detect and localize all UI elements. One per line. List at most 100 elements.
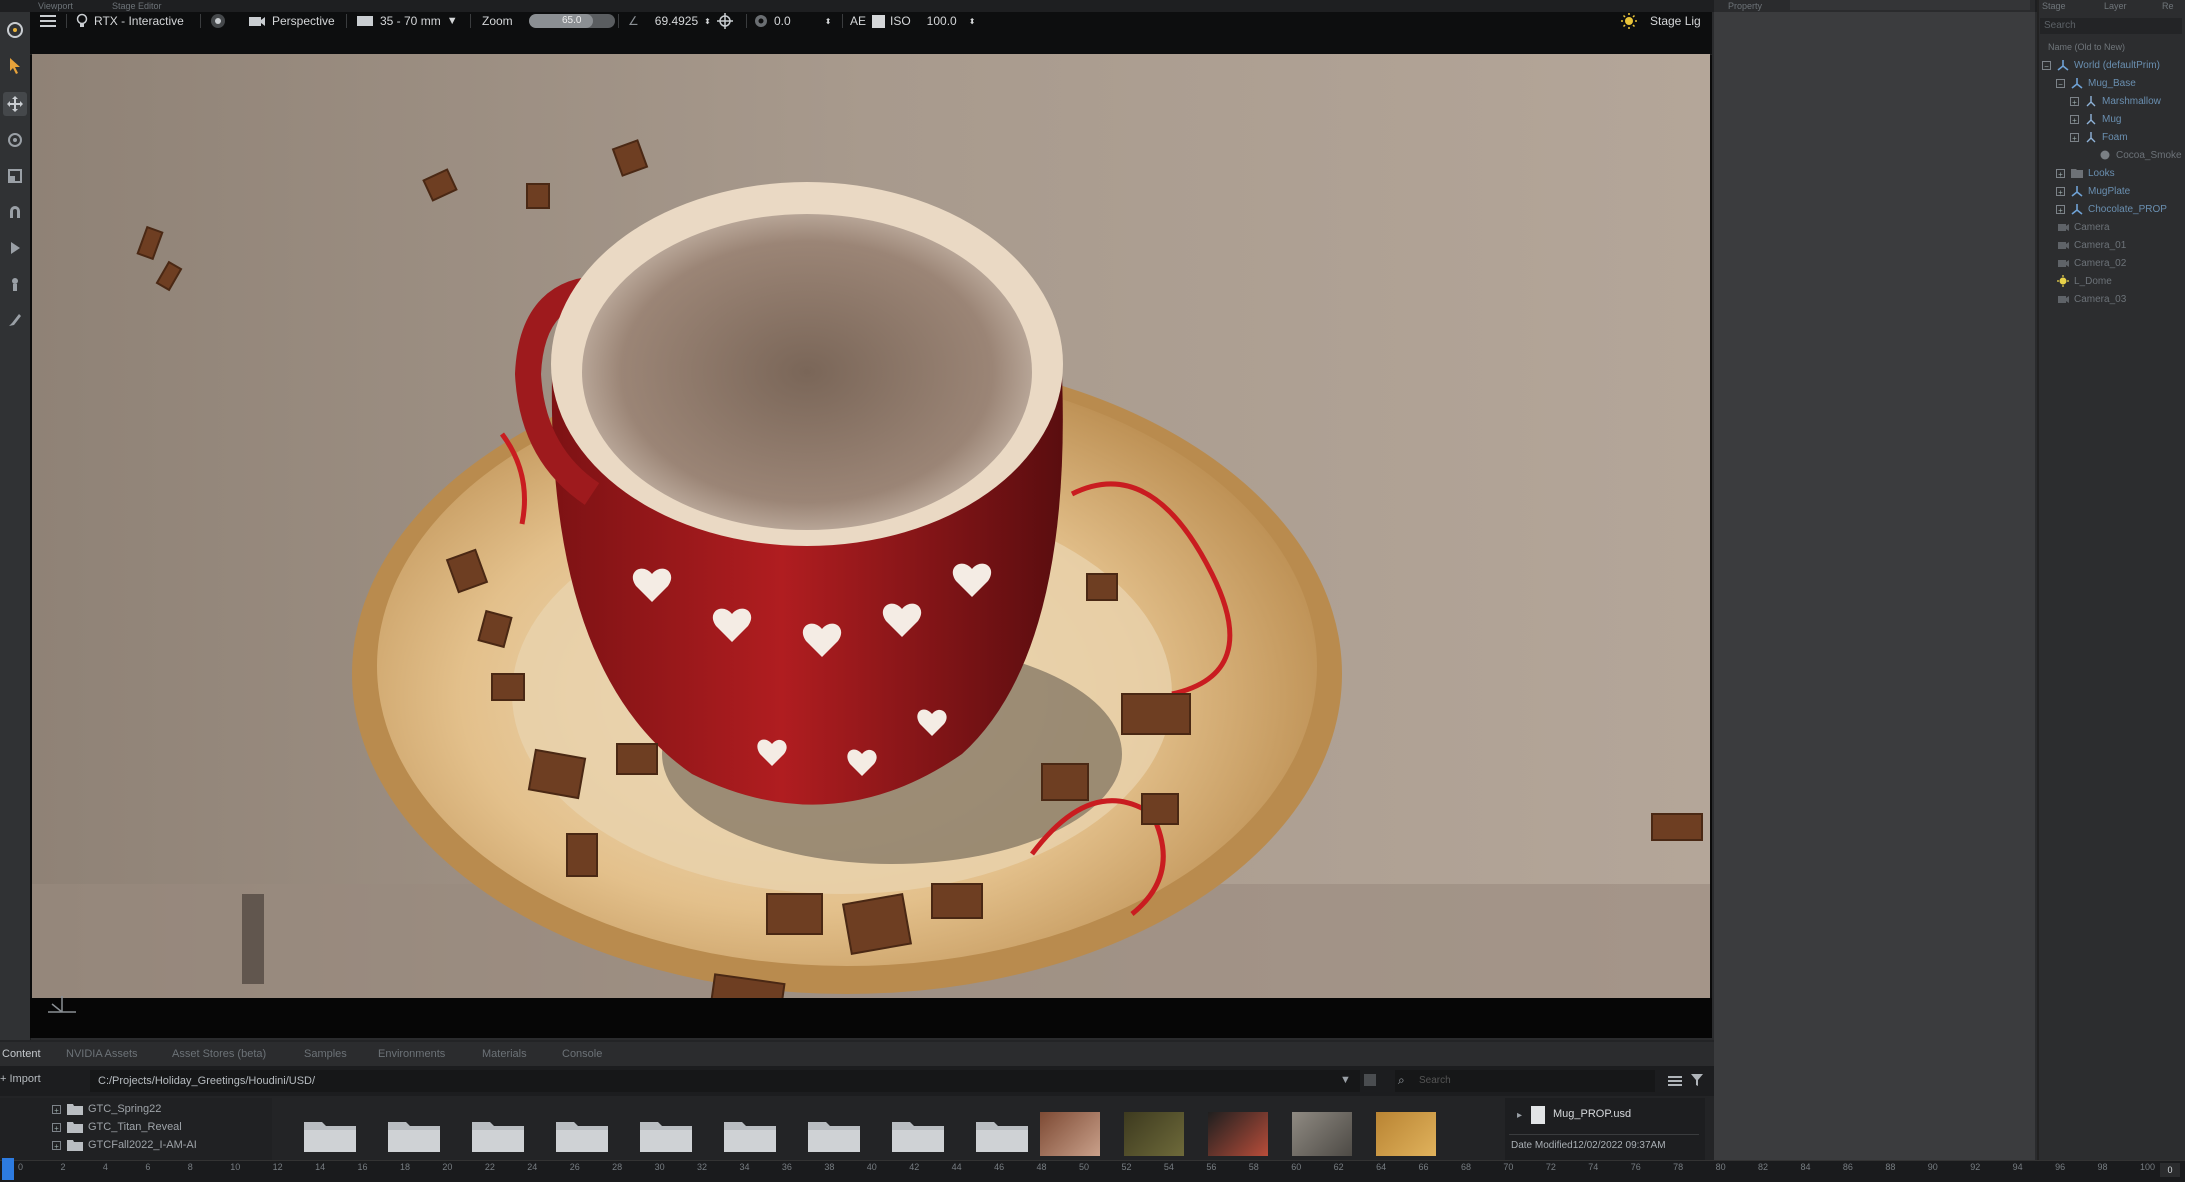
stage-tree-item[interactable]: − World (defaultPrim) — [2042, 56, 2185, 74]
tab-viewport[interactable]: Viewport — [30, 0, 81, 12]
move-icon[interactable] — [3, 92, 27, 116]
stage-tree-item[interactable]: Camera — [2042, 218, 2185, 236]
expand-icon[interactable]: + — [2056, 168, 2065, 179]
crosshair-icon[interactable] — [716, 13, 733, 29]
timeline[interactable] — [0, 1160, 2185, 1182]
folder-thumbnail[interactable] — [720, 1112, 780, 1156]
stage-tree-item[interactable]: L_Dome — [2042, 272, 2185, 290]
tab-stage[interactable]: Stage — [2042, 0, 2066, 12]
import-button[interactable]: + Import — [0, 1073, 41, 1085]
timeline-playhead[interactable] — [2, 1158, 14, 1180]
folder-item[interactable]: + GTCFall2022_I-AM-AI — [52, 1136, 197, 1154]
stage-tree-item[interactable]: Cocoa_Smoke — [2042, 146, 2185, 164]
volume-icon — [2099, 149, 2111, 161]
tab-materials[interactable]: Materials — [482, 1045, 527, 1063]
list-view-icon[interactable] — [1668, 1074, 1682, 1092]
toolbar-menu-icon[interactable] — [3, 18, 27, 42]
stage-tree-item[interactable]: Camera_03 — [2042, 290, 2185, 308]
scale-icon[interactable] — [3, 164, 27, 188]
folder-thumbnail[interactable] — [300, 1112, 360, 1156]
expand-icon[interactable]: + — [52, 1122, 61, 1133]
folder-thumbnail[interactable] — [972, 1112, 1032, 1156]
filter-dropdown-icon[interactable]: ▼ — [1340, 1074, 1351, 1086]
expand-icon[interactable]: + — [2056, 204, 2065, 215]
folder-item[interactable]: + GTC_Spring22 — [52, 1100, 161, 1118]
tab-stage-editor[interactable]: Stage Editor — [104, 0, 170, 12]
folder-thumbnail[interactable] — [888, 1112, 948, 1156]
render-view[interactable] — [32, 54, 1710, 998]
stage-search-input[interactable]: Search — [2040, 18, 2182, 34]
camera-dropdown[interactable]: Perspective — [248, 12, 335, 30]
expand-icon[interactable]: + — [52, 1140, 61, 1151]
rotate-icon[interactable] — [3, 128, 27, 152]
collapse-icon[interactable]: − — [2056, 78, 2065, 89]
render-mode-dropdown[interactable]: RTX - Interactive — [76, 12, 184, 30]
brush-icon[interactable] — [3, 308, 27, 332]
timeline-tick-label: 90 — [1927, 1162, 1938, 1172]
spinner-icon[interactable]: ⬍ — [825, 17, 832, 26]
stage-tree-item[interactable]: + Mug — [2042, 110, 2185, 128]
stage-tree-item[interactable]: + Chocolate_PROP — [2042, 200, 2185, 218]
timeline-tick-label: 80 — [1715, 1162, 1726, 1172]
spinner-icon[interactable]: ⬍ — [704, 17, 711, 26]
tab-console[interactable]: Console — [562, 1045, 602, 1063]
folder-thumbnail[interactable] — [468, 1112, 528, 1156]
lens-dropdown[interactable]: 35 - 70 mm ▼ — [356, 12, 458, 30]
expand-icon[interactable]: + — [2070, 96, 2079, 107]
tab-asset-stores[interactable]: Asset Stores (beta) — [172, 1045, 266, 1063]
usd-file-thumbnail[interactable] — [1124, 1112, 1184, 1156]
stage-tree-item[interactable]: − Mug_Base — [2042, 74, 2185, 92]
timeline-tick-label: 18 — [399, 1162, 410, 1172]
zoom-control[interactable]: Zoom 65.0 — [482, 12, 615, 30]
tab-render[interactable]: Re — [2162, 0, 2174, 12]
tab-content[interactable]: Content — [2, 1045, 41, 1063]
paint-icon[interactable] — [3, 272, 27, 296]
zoom-slider[interactable]: 65.0 — [528, 14, 615, 28]
property-search-bar[interactable] — [1790, 0, 2030, 10]
spinner-icon[interactable]: ⬍ — [969, 17, 976, 26]
stage-tree-item[interactable]: + Foam — [2042, 128, 2185, 146]
collapse-icon[interactable]: − — [2042, 60, 2051, 71]
stage-lights-toggle[interactable]: Stage Lig — [1620, 12, 1701, 30]
end-frame-field[interactable]: 0 — [2160, 1163, 2180, 1177]
play-icon[interactable] — [3, 236, 27, 260]
tab-property[interactable]: Property — [1720, 0, 1770, 12]
stage-tree-item[interactable]: Camera_01 — [2042, 236, 2185, 254]
usd-file-thumbnail[interactable] — [1208, 1112, 1268, 1156]
folder-thumbnail[interactable] — [804, 1112, 864, 1156]
expand-icon[interactable]: + — [52, 1104, 61, 1115]
content-search-input[interactable]: Search — [1395, 1070, 1655, 1092]
tab-environments[interactable]: Environments — [378, 1045, 445, 1063]
select-arrow-icon[interactable] — [3, 54, 27, 78]
stage-tree-item[interactable]: + Marshmallow — [2042, 92, 2185, 110]
magnet-icon[interactable] — [3, 200, 27, 224]
tab-nvidia-assets[interactable]: NVIDIA Assets — [66, 1045, 138, 1063]
path-input[interactable]: C:/Projects/Holiday_Greetings/Houdini/US… — [90, 1070, 1360, 1092]
iso-field[interactable]: ISO 100.0 ⬍ — [890, 12, 975, 30]
folder-item[interactable]: + GTC_Titan_Reveal — [52, 1118, 182, 1136]
usd-file-thumbnail[interactable] — [1292, 1112, 1352, 1156]
auto-exposure-toggle[interactable]: AE — [850, 12, 886, 30]
usd-file-thumbnail[interactable] — [1040, 1112, 1100, 1156]
expand-icon[interactable]: + — [2056, 186, 2065, 197]
folder-thumbnail[interactable] — [552, 1112, 612, 1156]
sun-icon — [1621, 13, 1637, 29]
stage-tree-item[interactable]: Camera_02 — [2042, 254, 2185, 272]
viewport-menu-button[interactable] — [40, 12, 56, 30]
ae-checkbox[interactable] — [872, 14, 886, 28]
expand-icon[interactable]: + — [2070, 114, 2079, 125]
bookmark-icon[interactable] — [1364, 1074, 1376, 1086]
stage-tree-item[interactable]: + Looks — [2042, 164, 2185, 182]
usd-file-thumbnail[interactable] — [1376, 1112, 1436, 1156]
tab-samples[interactable]: Samples — [304, 1045, 347, 1063]
viewport-settings-button[interactable] — [210, 12, 226, 30]
filter-icon[interactable] — [1690, 1073, 1704, 1092]
folder-thumbnail[interactable] — [384, 1112, 444, 1156]
tab-layer[interactable]: Layer — [2104, 0, 2127, 12]
expand-icon[interactable]: + — [2070, 132, 2079, 143]
stage-column-header[interactable]: Name (Old to New) — [2048, 42, 2125, 52]
exposure-field[interactable]: 0.0 ⬍ — [754, 12, 831, 30]
folder-thumbnail[interactable] — [636, 1112, 696, 1156]
fov-field[interactable]: ∠ 69.4925 ⬍ — [628, 12, 733, 30]
stage-tree-item[interactable]: + MugPlate — [2042, 182, 2185, 200]
